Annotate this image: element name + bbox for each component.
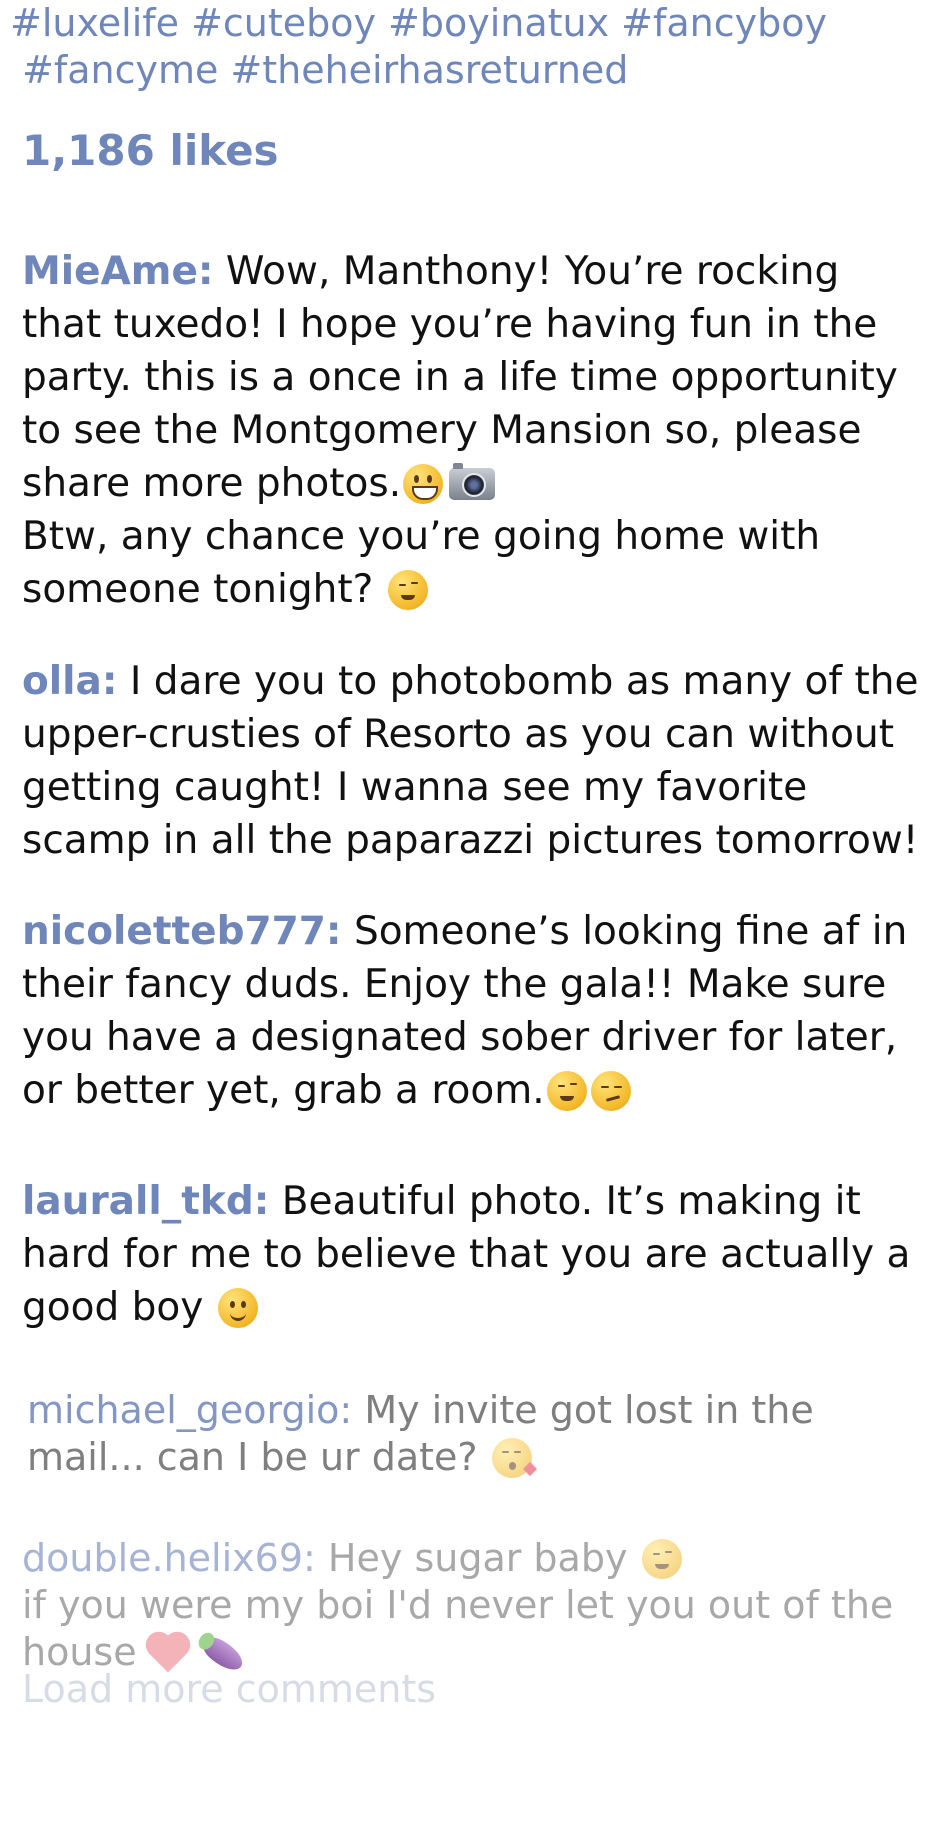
comment-username[interactable]: michael_georgio:: [27, 1388, 352, 1432]
comment-text: Hey sugar baby: [327, 1536, 628, 1580]
comment-item: michael_georgio: My invite got lost in t…: [27, 1387, 927, 1481]
comment-item: double.helix69: Hey sugar baby if you we…: [22, 1535, 922, 1676]
comment-username[interactable]: MieAme:: [22, 249, 214, 294]
hashtags-line-1: #luxelife #cuteboy #boyinatux #fancyboy: [10, 0, 910, 47]
comment-username[interactable]: laurall_tkd:: [22, 1179, 269, 1224]
hashtag-fancyme[interactable]: #fancyme: [22, 48, 218, 92]
hashtag-cuteboy[interactable]: #cuteboy: [191, 1, 376, 45]
hashtag-fancyboy[interactable]: #fancyboy: [621, 1, 827, 45]
smirking-face-icon: [590, 1071, 631, 1111]
comment-item: nicoletteb777: Someone’s looking fine af…: [22, 905, 922, 1117]
comment-item: laurall_tkd: Beautiful photo. It’s makin…: [22, 1175, 922, 1334]
comment-username[interactable]: olla:: [22, 659, 117, 704]
comment-username[interactable]: double.helix69:: [22, 1536, 316, 1580]
hashtag-luxelife[interactable]: #luxelife: [10, 1, 179, 45]
winking-face-icon: [641, 1539, 682, 1579]
likes-count[interactable]: 1,186 likes: [22, 126, 279, 175]
caption-hashtags: #luxelife #cuteboy #boyinatux #fancyboy #fa…: [10, 0, 910, 94]
comment-text: I dare you to photobomb as many of the u…: [22, 659, 919, 863]
comment-item: olla: I dare you to photobomb as many of…: [22, 655, 922, 867]
load-more-comments-link[interactable]: Load more comments: [22, 1667, 436, 1711]
slightly-smiling-face-icon: [217, 1288, 258, 1328]
comment-username[interactable]: nicoletteb777:: [22, 909, 342, 954]
camera-icon: [449, 463, 496, 500]
winking-face-icon: [387, 570, 428, 610]
winking-face-icon: [546, 1071, 587, 1111]
hashtag-boyinatux[interactable]: #boyinatux: [388, 1, 609, 45]
comment-text: if you were my boi I'd never let you out…: [22, 1583, 894, 1674]
face-blowing-kiss-icon: [491, 1438, 537, 1478]
hashtag-theheirhasreturned[interactable]: #theheirhasreturned: [230, 48, 628, 92]
comment-item: MieAme: Wow, Manthony! You’re rocking th…: [22, 245, 922, 616]
hashtags-line-2: #fancyme #theheirhasreturned: [10, 47, 910, 94]
grinning-face-icon: [403, 464, 444, 504]
